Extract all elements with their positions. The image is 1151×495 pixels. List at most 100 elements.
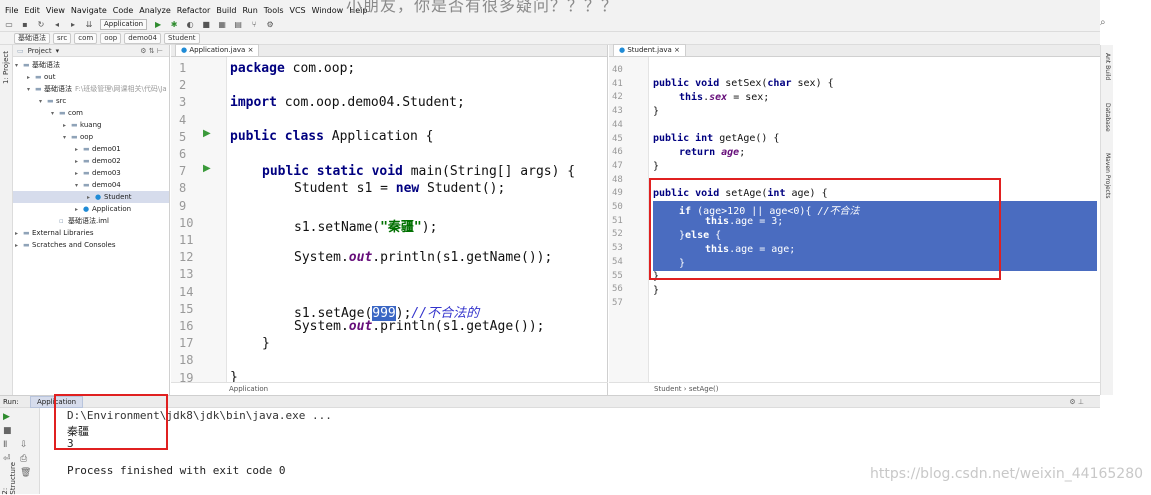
crumb-oop[interactable]: oop [100,32,122,44]
menu-run[interactable]: Run [239,6,260,17]
forward-icon[interactable]: ▸ [68,20,78,29]
tree-item[interactable]: ▸ ● Application [13,203,169,215]
print-icon[interactable]: ⎙ [20,454,27,464]
menu-analyze[interactable]: Analyze [136,6,174,17]
chevron-down-icon[interactable]: ▾ [15,60,23,72]
settings-icon[interactable]: ⚙ [265,20,275,29]
menu-view[interactable]: View [43,6,68,17]
status-class[interactable]: Student [654,385,682,393]
line-number: 14 [179,284,194,299]
tree-item[interactable]: ▸ ▬ Scratches and Consoles [13,239,169,251]
crumb-com[interactable]: com [74,32,98,44]
status-method[interactable]: setAge() [689,385,719,393]
folder-icon: ▬ [83,145,90,153]
pause-icon[interactable]: Ⅱ [3,440,7,450]
run-class-icon[interactable]: ▶ [203,128,211,139]
tree-item[interactable]: ▾ ▬ oop [13,131,169,143]
tree-item[interactable]: ▸ ▬ demo01 [13,143,169,155]
chevron-down-icon[interactable]: ▾ [39,96,47,108]
tree-item[interactable]: ▸ ▬ out [13,71,169,83]
code-line-19: } [230,370,238,382]
menu-code[interactable]: Code [110,6,136,17]
code-r-56: } [653,285,660,296]
tree-item[interactable]: ▾ ▬ com [13,107,169,119]
sync-icon[interactable]: ↻ [36,20,46,29]
back-icon[interactable]: ◂ [52,20,62,29]
chevron-down-icon[interactable]: ▾ [63,132,71,144]
chevron-down-icon[interactable]: ▾ [56,47,60,55]
coverage-icon[interactable]: ◐ [185,20,195,29]
scroll-end-icon[interactable]: ⇩ [20,440,28,450]
search-icon[interactable]: ⌕ [1100,17,1106,28]
run-icon[interactable]: ▶ [153,20,163,29]
run-config-select[interactable]: Application [100,18,148,30]
tree-item[interactable]: ▾ ▬ 基础语法 F:\班级管理\网课相关\代码\Ja [13,83,169,95]
tree-item[interactable]: ▸ ▬ kuang [13,119,169,131]
menu-tools[interactable]: Tools [261,6,287,17]
run-toolbar: ▶ ■ Ⅱ ⇩ ⎙ 🗑 ⏎ 2: Structure [0,408,40,495]
folder-icon: ▬ [83,157,90,165]
line-number: 55 [612,270,623,281]
rerun-icon[interactable]: ▶ [3,412,10,422]
menu-build[interactable]: Build [213,6,239,17]
sdk-icon[interactable]: ▤ [233,20,243,29]
stop-run-icon[interactable]: ■ [3,426,12,436]
menu-vcs[interactable]: VCS [287,6,309,17]
chevron-right-icon[interactable]: ▸ [15,240,23,252]
code-r-45: public int getAge() { [653,133,780,144]
folder-icon: ▬ [71,133,78,141]
project-tool-tab[interactable]: 1: Project [2,51,10,84]
class-icon: ● [181,46,188,54]
open-folder-icon[interactable]: ▭ [4,20,14,29]
stop-icon[interactable]: ■ [201,20,211,29]
project-header: ▭ Project ▾ ⚙ ⇅ ⊢ [13,45,169,57]
tab-student-java[interactable]: ● Student.java × [613,44,686,56]
tree-item[interactable]: ▾ ▬ demo04 [13,179,169,191]
project-title[interactable]: Project [28,47,52,55]
structure-icon[interactable]: ▦ [217,20,227,29]
menu-edit[interactable]: Edit [21,6,43,17]
line-number: 56 [612,284,623,295]
chevron-down-icon[interactable]: ▾ [51,108,59,120]
menu-window[interactable]: Window [309,6,347,17]
maven-projects-tab[interactable]: Maven Projects [1104,153,1111,198]
database-tab[interactable]: Database [1104,103,1111,132]
lib-icon: ▬ [23,229,30,237]
tree-item[interactable]: ▸ ▬ demo03 [13,167,169,179]
run-main-icon[interactable]: ▶ [203,163,211,174]
tree-item[interactable]: ▸ ▬ demo02 [13,155,169,167]
build-icon[interactable]: ⇊ [84,20,94,29]
tab-label: Application.java [189,46,246,54]
chevron-down-icon[interactable]: ▾ [75,180,83,192]
ant-build-tab[interactable]: Ant Build [1104,53,1111,80]
tree-item[interactable]: ▾ ▬ src [13,95,169,107]
chevron-down-icon[interactable]: ▾ [27,84,35,96]
save-icon[interactable]: ▪ [20,20,30,29]
tree-item[interactable]: ▸ ▬ External Libraries [13,227,169,239]
tree-item[interactable]: ▫ 基础语法.iml [13,215,169,227]
crumb-demo04[interactable]: demo04 [124,32,161,44]
annotation-red-box-output [54,394,168,450]
tab-application-java[interactable]: ● Application.java × [175,44,260,56]
menu-navigate[interactable]: Navigate [68,6,110,17]
menu-file[interactable]: File [2,6,21,17]
structure-tool-tab[interactable]: 2: Structure [1,462,17,495]
crumb-src[interactable]: src [53,32,72,44]
folder-icon: ▬ [83,169,90,177]
vcs-icon[interactable]: ⑂ [249,20,259,29]
line-number: 44 [612,119,623,130]
debug-icon[interactable]: ✱ [169,20,179,29]
tree-item[interactable]: ▸ ● Student [13,191,169,203]
tree-item-label: demo04 [92,181,121,189]
panel-gear-icon[interactable]: ⚙ ⇅ ⊢ [140,47,169,55]
clear-icon[interactable]: 🗑 [20,468,31,478]
tree-item-label: out [44,73,56,81]
menu-refactor[interactable]: Refactor [174,6,214,17]
crumb-student[interactable]: Student [163,32,200,44]
tree-item-label: Student [104,193,132,201]
tree-item[interactable]: ▾ ▬ 基础语法 [13,59,169,71]
line-gutter-right: 40 41 42 43 44 45 46 47 48 49 50 51 52 53 54 55 56 57 [609,57,649,382]
run-settings-icon[interactable]: ⚙ ⊥ [1069,398,1100,406]
crumb-module[interactable]: 基础语法 [14,32,50,44]
file-icon: ▫ [59,217,64,225]
